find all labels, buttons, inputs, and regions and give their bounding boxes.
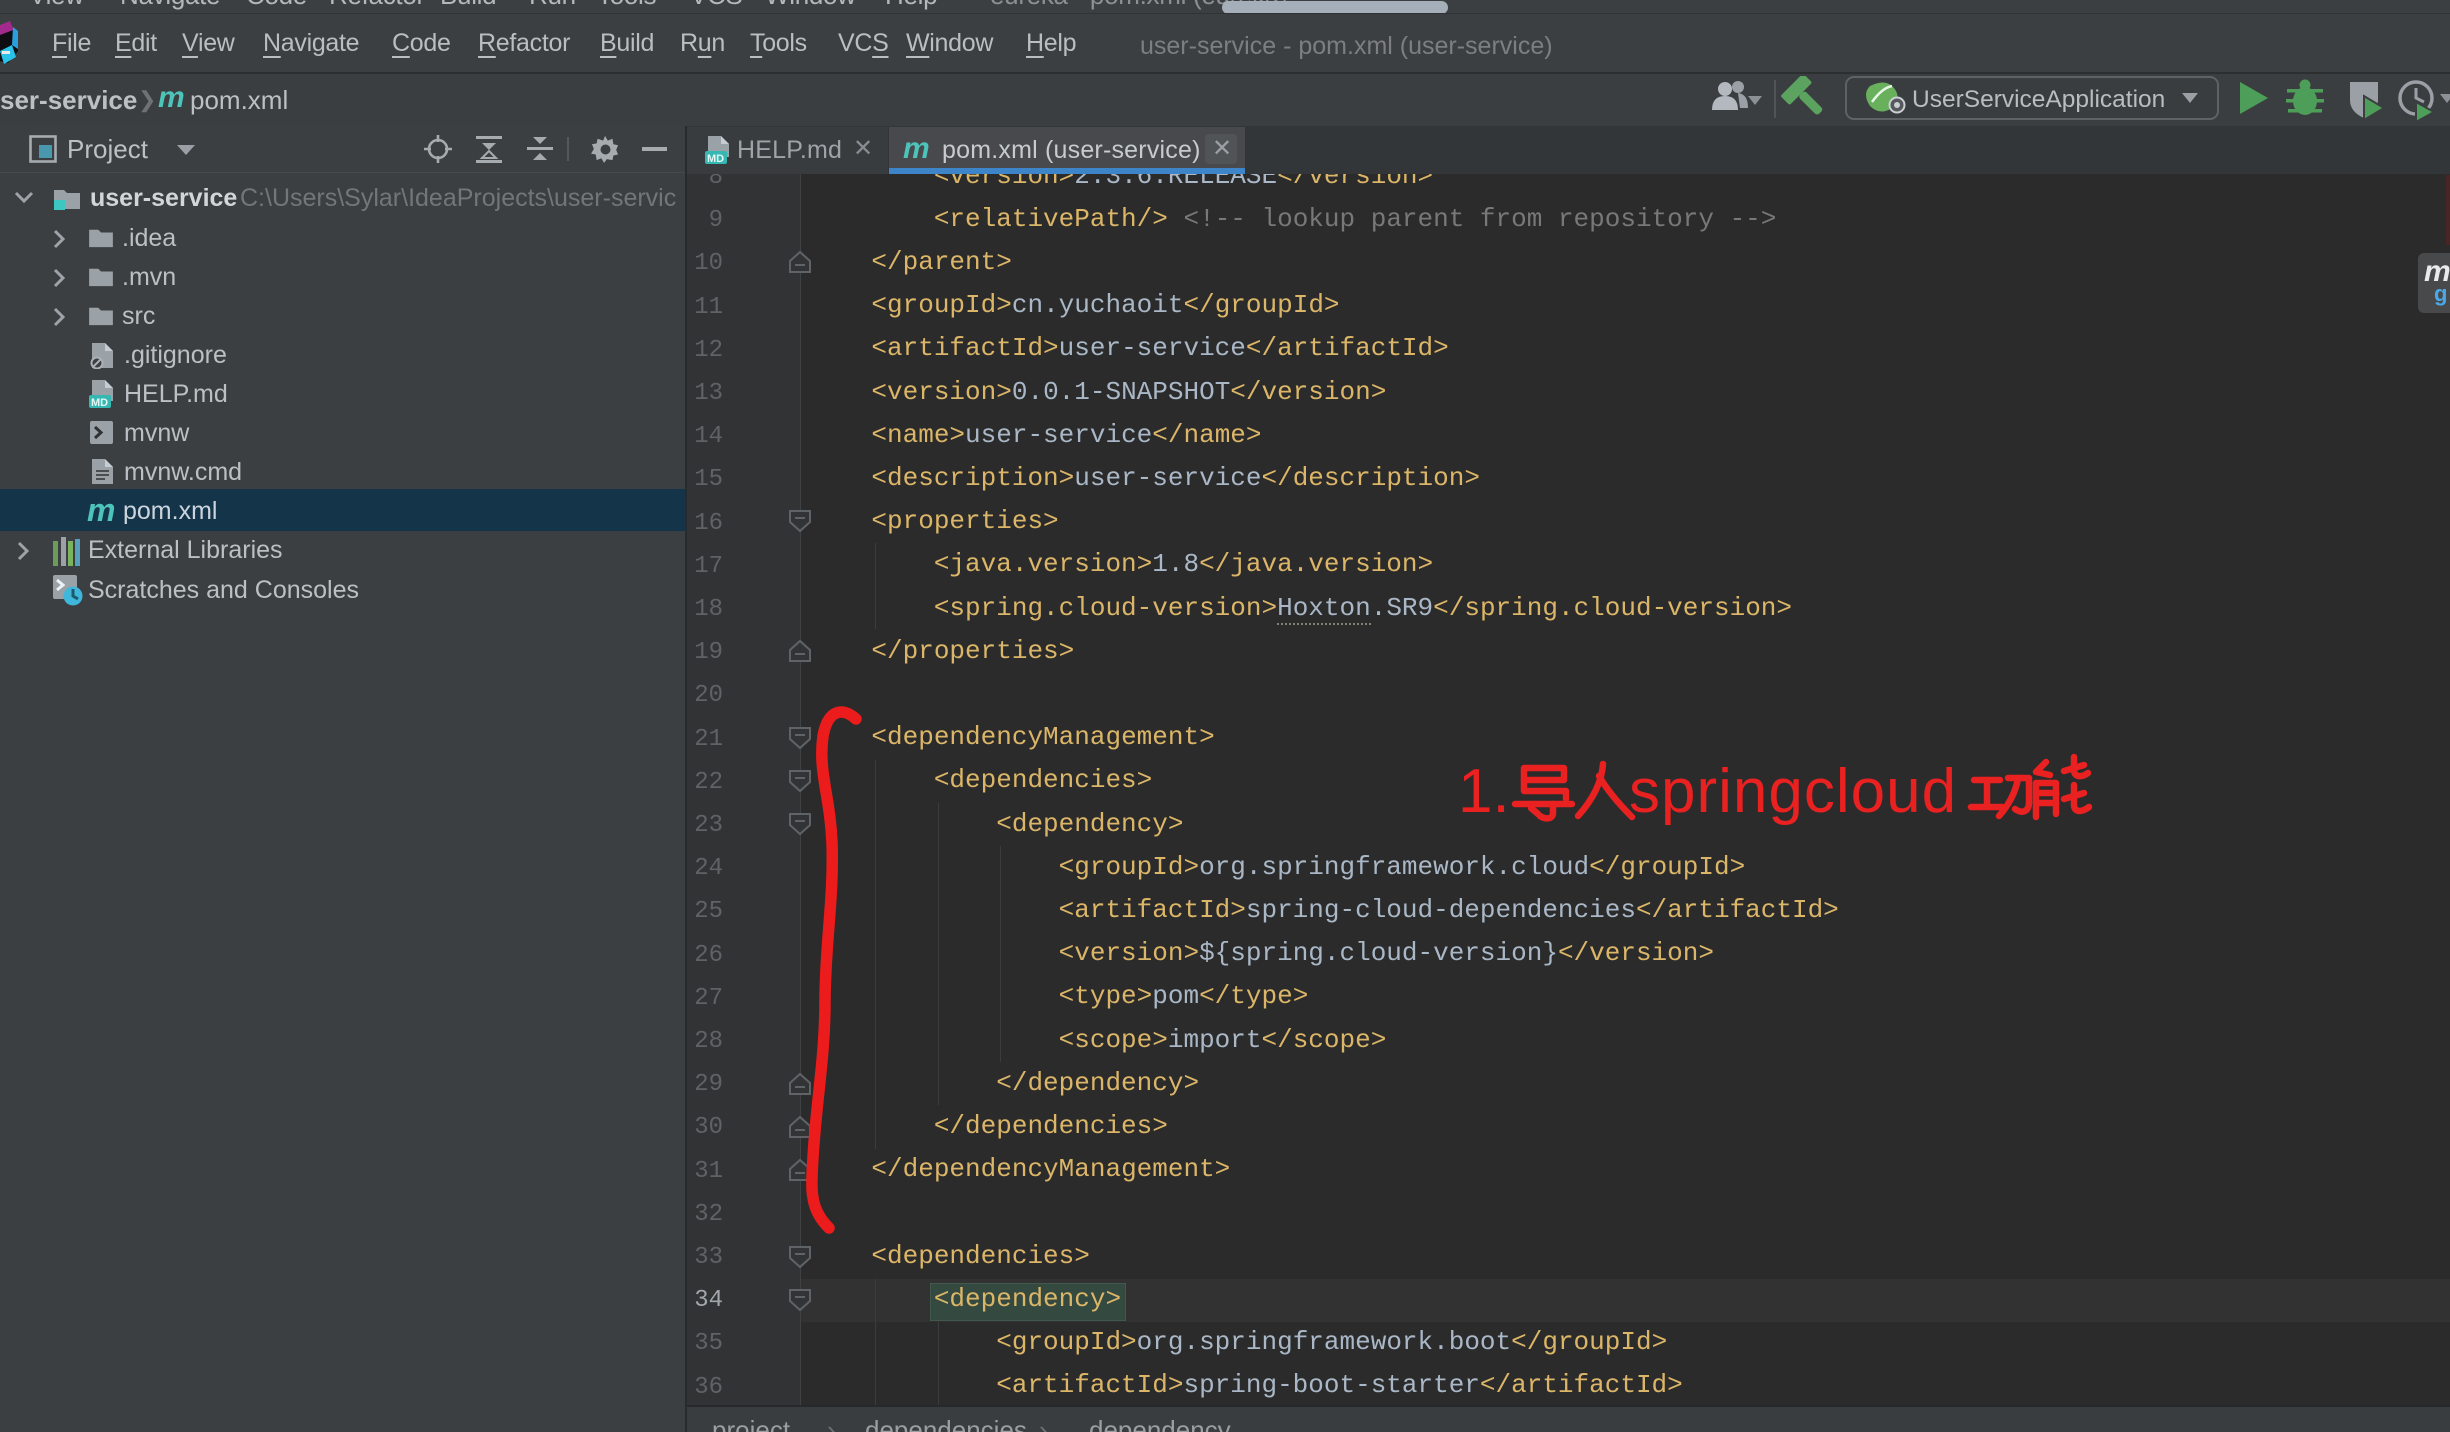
svg-text:MD: MD <box>91 397 108 409</box>
svg-text:MD: MD <box>707 153 724 165</box>
svg-text:UserServiceApplication: UserServiceApplication <box>1912 86 2165 113</box>
